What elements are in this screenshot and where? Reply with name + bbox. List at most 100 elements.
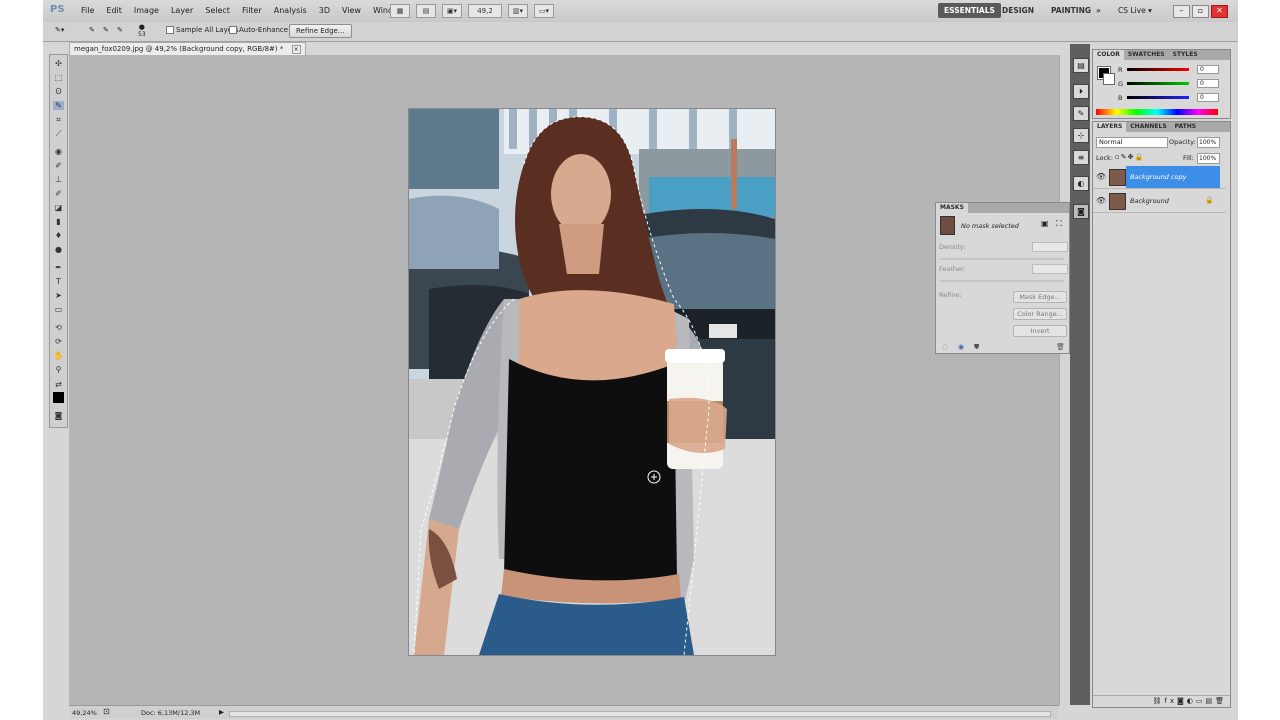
zoom-tool-icon[interactable]: ⚲ <box>53 365 64 374</box>
lock-icons[interactable]: ▫✎✥🔒 <box>1115 153 1144 161</box>
view-extras-icon[interactable]: ▣▾ <box>442 4 462 18</box>
cs-live-button[interactable]: CS Live ▾ <box>1118 6 1152 15</box>
eyedropper-tool-icon[interactable]: ⟋ <box>53 129 64 138</box>
tab-layers[interactable]: LAYERS <box>1093 122 1127 132</box>
status-menu-arrow-icon[interactable]: ▶ <box>219 708 224 716</box>
feather-field[interactable] <box>1032 264 1068 274</box>
shape-tool-icon[interactable]: ▭ <box>53 305 64 314</box>
gradient-tool-icon[interactable]: ▮ <box>53 217 64 226</box>
delete-mask-icon[interactable]: 🗑 <box>1056 343 1065 351</box>
close-document-icon[interactable]: × <box>291 45 301 54</box>
layers-footer-buttons[interactable]: ⛓fx◙◐▭▤🗑 <box>1093 695 1230 707</box>
3d-orbit-tool-icon[interactable]: ⟳ <box>53 337 64 346</box>
disable-mask-icon[interactable]: ⛊ <box>974 343 979 352</box>
zoom-level-select[interactable]: 49,2 <box>468 4 502 18</box>
visibility-eye-icon[interactable]: 👁 <box>1096 172 1106 181</box>
opacity-field[interactable]: 100% <box>1197 137 1220 148</box>
blur-tool-icon[interactable]: ♦ <box>53 231 64 240</box>
adjustments-panel-icon[interactable]: ◐ <box>1073 176 1089 191</box>
marquee-tool-icon[interactable]: ⬚ <box>53 73 64 82</box>
visibility-eye-icon[interactable]: 👁 <box>1096 196 1106 205</box>
add-selection-icon[interactable]: ✎ <box>103 26 109 34</box>
vector-mask-icon[interactable]: ⛶ <box>1056 219 1062 229</box>
tab-swatches[interactable]: SWATCHES <box>1124 50 1169 60</box>
fill-field[interactable]: 100% <box>1197 153 1220 164</box>
apply-mask-icon[interactable]: ◉ <box>958 343 964 351</box>
menu-3d[interactable]: 3D <box>313 6 336 15</box>
history-brush-tool-icon[interactable]: ✐ <box>53 189 64 198</box>
color-range-button[interactable]: Color Range... <box>1013 308 1067 320</box>
pen-tool-icon[interactable]: ✒ <box>53 263 64 272</box>
clone-source-panel-icon[interactable]: ⊹ <box>1073 128 1089 143</box>
eraser-tool-icon[interactable]: ◪ <box>53 203 64 212</box>
document-tab[interactable]: megan_fox0209.jpg @ 49,2% (Background co… <box>69 42 306 55</box>
red-slider[interactable] <box>1127 68 1189 71</box>
type-tool-icon[interactable]: T <box>53 277 64 286</box>
menu-view[interactable]: View <box>336 6 367 15</box>
mask-edge-button[interactable]: Mask Edge... <box>1013 291 1067 303</box>
horizontal-scrollbar[interactable] <box>229 711 1051 717</box>
lasso-tool-icon[interactable]: ʘ <box>53 87 64 96</box>
menu-filter[interactable]: Filter <box>236 6 268 15</box>
masks-panel-icon[interactable]: ◙ <box>1073 204 1089 219</box>
sample-all-layers-checkbox[interactable]: Sample All Layers <box>166 26 239 34</box>
menu-select[interactable]: Select <box>199 6 236 15</box>
actions-panel-icon[interactable]: ⏵ <box>1073 84 1089 99</box>
feather-slider[interactable] <box>940 280 1064 282</box>
blue-value[interactable]: 0 <box>1197 93 1219 102</box>
tab-paths[interactable]: PATHS <box>1171 122 1200 132</box>
move-tool-icon[interactable]: ✣ <box>53 59 64 68</box>
history-panel-icon[interactable]: ▤ <box>1073 58 1089 73</box>
menu-file[interactable]: File <box>75 6 100 15</box>
maximize-icon[interactable]: ▫ <box>1192 5 1209 18</box>
layer-row[interactable]: 👁 Background copy <box>1093 166 1226 189</box>
tab-channels[interactable]: CHANNELS <box>1126 122 1170 132</box>
masks-tab[interactable]: MASKS <box>936 203 968 213</box>
quick-selection-tool-icon[interactable]: ✎ <box>53 101 64 110</box>
dodge-tool-icon[interactable]: ● <box>53 245 64 254</box>
brush-panel-icon[interactable]: ✎ <box>1073 106 1089 121</box>
canvas-vertical-scrollbar[interactable] <box>1059 55 1070 705</box>
menu-layer[interactable]: Layer <box>165 6 199 15</box>
blend-mode-select[interactable]: Normal <box>1096 137 1168 148</box>
arrange-documents-icon[interactable]: ▥▾ <box>508 4 528 18</box>
quick-mask-icon[interactable]: ◙ <box>53 411 64 420</box>
3d-rotate-tool-icon[interactable]: ⟲ <box>53 323 64 332</box>
density-field[interactable] <box>1032 242 1068 252</box>
load-selection-icon[interactable]: ◌ <box>942 343 948 351</box>
auto-enhance-checkbox[interactable]: Auto-Enhance <box>229 26 288 34</box>
menu-analysis[interactable]: Analysis <box>268 6 313 15</box>
menu-image[interactable]: Image <box>128 6 165 15</box>
status-info-icon[interactable]: ⊡ <box>103 707 110 716</box>
background-color-icon[interactable] <box>1103 73 1115 85</box>
density-slider[interactable] <box>940 258 1064 260</box>
workspace-more-icon[interactable]: » <box>1090 3 1107 18</box>
close-icon[interactable]: ✕ <box>1211 5 1228 18</box>
character-panel-icon[interactable]: ≡ <box>1073 150 1089 165</box>
crop-tool-icon[interactable]: ⌗ <box>53 115 64 124</box>
new-selection-icon[interactable]: ✎ <box>89 26 95 34</box>
minimize-icon[interactable]: – <box>1173 5 1190 18</box>
green-slider[interactable] <box>1127 82 1189 85</box>
path-selection-tool-icon[interactable]: ➤ <box>53 291 64 300</box>
bridge-icon[interactable]: ▦ <box>390 4 410 18</box>
layer-row[interactable]: 👁 Background 🔒 <box>1093 190 1226 213</box>
canvas-area[interactable] <box>69 55 1059 705</box>
blue-slider[interactable] <box>1127 96 1189 99</box>
invert-button[interactable]: Invert <box>1013 325 1067 337</box>
swap-colors-icon[interactable]: ⇄ <box>53 380 64 389</box>
foreground-color-swatch[interactable] <box>53 392 64 403</box>
zoom-percentage[interactable]: 49,24% <box>72 709 97 717</box>
photo-canvas[interactable] <box>408 108 776 656</box>
pixel-mask-icon[interactable]: ▣ <box>1041 219 1049 228</box>
spot-healing-tool-icon[interactable]: ◉ <box>53 147 64 156</box>
hand-tool-icon[interactable]: ✋ <box>53 351 64 360</box>
tab-color[interactable]: COLOR <box>1093 50 1124 60</box>
workspace-design[interactable]: DESIGN <box>996 3 1040 18</box>
refine-edge-button[interactable]: Refine Edge... <box>289 24 352 38</box>
red-value[interactable]: 0 <box>1197 65 1219 74</box>
workspace-essentials[interactable]: ESSENTIALS <box>938 3 1001 18</box>
tab-styles[interactable]: STYLES <box>1169 50 1202 60</box>
green-value[interactable]: 0 <box>1197 79 1219 88</box>
brush-tool-icon[interactable]: ✐ <box>53 161 64 170</box>
